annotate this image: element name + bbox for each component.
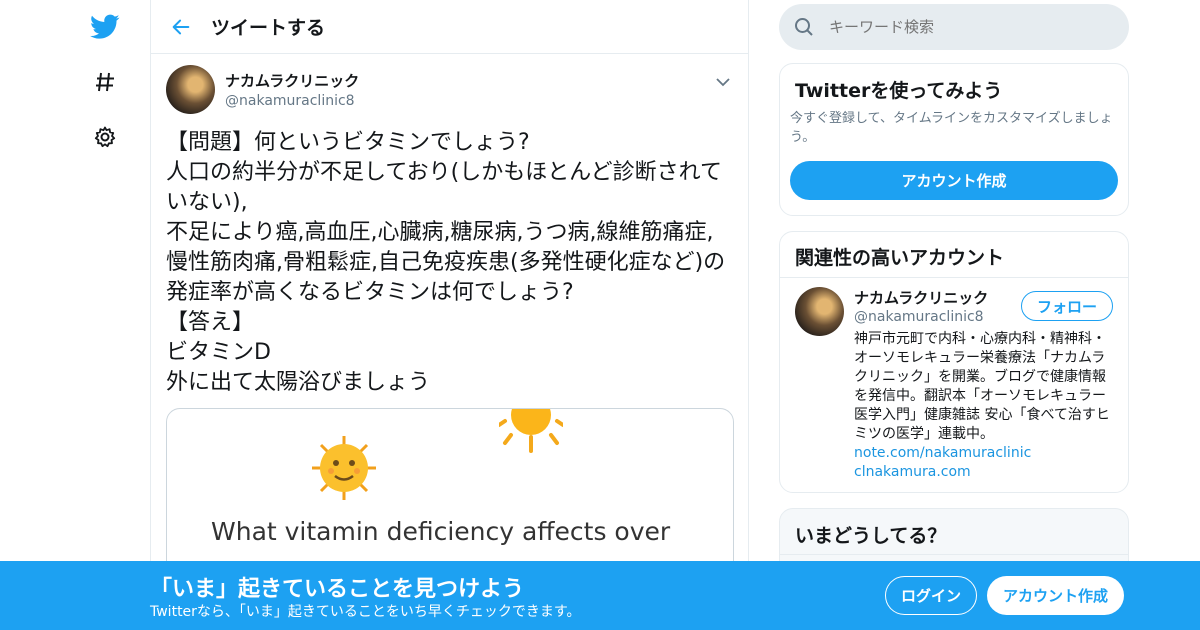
trends-card-title: いまどうしてる？ bbox=[795, 525, 947, 547]
profile-link[interactable]: clnakamura.com bbox=[854, 463, 1031, 482]
search-icon bbox=[779, 17, 829, 37]
signup-card-description: 今すぐ登録して、タイムラインをカスタマイズしましょう。 bbox=[790, 111, 1113, 145]
search-input[interactable] bbox=[829, 18, 1109, 36]
related-account-handle[interactable]: @nakamuraclinic8 bbox=[854, 309, 984, 325]
avatar[interactable] bbox=[795, 287, 844, 336]
tweet: ナカムラクリニック @nakamuraclinic8 【問題】何というビタミンで… bbox=[151, 54, 748, 608]
banner-title: 「いま」起きていることを見つけよう bbox=[150, 577, 525, 602]
search-box[interactable] bbox=[779, 4, 1129, 50]
tweet-text: 【問題】何というビタミンでしょう? 人口の約半分が不足しており(しかもほとんど診… bbox=[166, 130, 726, 395]
related-card-title: 関連性の高いアカウント bbox=[795, 247, 1005, 269]
main-column: ツイートする ナカムラクリニック @nakamuraclinic8 【問題】何と… bbox=[150, 0, 749, 630]
page-title: ツイートする bbox=[211, 17, 326, 39]
profile-link[interactable]: note.com/nakamuraclinic bbox=[854, 444, 1031, 463]
create-account-button[interactable]: アカウント作成 bbox=[790, 161, 1118, 200]
left-nav bbox=[0, 0, 150, 630]
signup-card: Twitterを使ってみよう 今すぐ登録して、タイムラインをカスタマイズしましょ… bbox=[779, 63, 1129, 216]
sun-icon bbox=[497, 409, 565, 457]
related-account-bio: 神戸市元町で内科・心療内科・精神科・オーソモレキュラー栄養療法「ナカムラクリニッ… bbox=[854, 331, 1110, 442]
chevron-down-icon[interactable] bbox=[713, 72, 733, 92]
divider bbox=[780, 554, 1128, 555]
sun-face-icon bbox=[311, 435, 377, 505]
gear-icon[interactable] bbox=[88, 120, 122, 154]
related-account-name[interactable]: ナカムラクリニック bbox=[854, 287, 988, 308]
author-handle[interactable]: @nakamuraclinic8 bbox=[225, 93, 359, 109]
author-name[interactable]: ナカムラクリニック bbox=[225, 70, 359, 91]
signup-card-title: Twitterを使ってみよう bbox=[795, 80, 1003, 102]
related-accounts-card: 関連性の高いアカウント ナカムラクリニック @nakamuraclinic8 フ… bbox=[779, 231, 1129, 493]
follow-button[interactable]: フォロー bbox=[1021, 291, 1113, 321]
hashtag-icon[interactable] bbox=[88, 65, 122, 99]
related-account-links: note.com/nakamuraclinic clnakamura.com bbox=[854, 444, 1031, 482]
media-caption: What vitamin deficiency affects over bbox=[211, 517, 671, 546]
signup-button[interactable]: アカウント作成 bbox=[987, 576, 1124, 615]
bottom-banner: 「いま」起きていることを見つけよう Twitterなら、「いま」起きていることを… bbox=[0, 561, 1200, 630]
tweet-author: ナカムラクリニック @nakamuraclinic8 bbox=[166, 64, 733, 114]
main-header: ツイートする bbox=[151, 0, 748, 54]
avatar[interactable] bbox=[166, 64, 215, 114]
login-button[interactable]: ログイン bbox=[885, 576, 977, 615]
twitter-bird-icon[interactable] bbox=[88, 10, 122, 44]
banner-subtitle: Twitterなら、「いま」起きていることをいち早くチェックできます。 bbox=[150, 604, 581, 620]
back-arrow-icon[interactable] bbox=[151, 0, 211, 54]
divider bbox=[780, 277, 1128, 278]
